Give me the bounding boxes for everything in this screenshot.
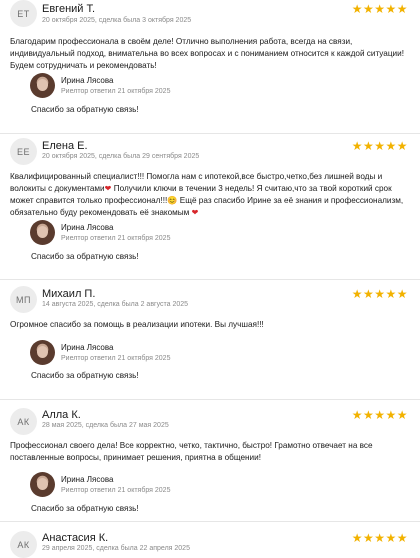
- review-text-line: Квалифицированный специалист!!! Помогла …: [10, 172, 383, 181]
- review-text-segment: может справится только профессионал!!!: [10, 196, 168, 205]
- review-text-segment: обязательно буду рекомендовать её знаком…: [10, 208, 190, 217]
- reviewer-avatar: АК: [10, 408, 37, 435]
- review-card: ЕЕ Елена Е. 20 октября 2025, сделка была…: [0, 134, 420, 280]
- reviewer-name: Евгений Т.: [42, 3, 96, 15]
- review-text: Квалифицированный специалист!!! Помогла …: [10, 171, 410, 219]
- reply-text: Спасибо за обратную связь!: [31, 371, 139, 380]
- reply-date: Риелтор ответил 21 октября 2025: [61, 355, 171, 362]
- reviewer-name: Алла К.: [42, 409, 81, 421]
- realtor-name: Ирина Лясова: [61, 223, 114, 232]
- realtor-name: Ирина Лясова: [61, 76, 114, 85]
- reply-date: Риелтор ответил 21 октября 2025: [61, 235, 171, 242]
- reply-text: Спасибо за обратную связь!: [31, 105, 139, 114]
- realtor-avatar: [30, 472, 55, 497]
- rating-stars: ★★★★★: [351, 287, 408, 301]
- review-date: 20 октября 2025, сделка была 29 сентября…: [42, 153, 200, 160]
- realtor-name: Ирина Лясова: [61, 343, 114, 352]
- review-date: 28 мая 2025, сделка была 27 мая 2025: [42, 422, 169, 429]
- reviewer-name: Анастасия К.: [42, 532, 109, 544]
- smile-icon: 😊: [167, 196, 178, 205]
- rating-stars: ★★★★★: [351, 2, 408, 16]
- realtor-name: Ирина Лясова: [61, 475, 114, 484]
- review-text-line: Благодарим профессионала в своём деле! О…: [10, 37, 353, 46]
- reviewer-name: Михаил П.: [42, 288, 96, 300]
- review-card: ЕТ Евгений Т. 20 октября 2025, сделка бы…: [0, 0, 420, 134]
- heart-icon: ❤: [104, 184, 112, 193]
- heart-icon: ❤: [191, 208, 199, 217]
- review-text-segment: Ещё раз спасибо Ирине за её знания и про…: [177, 196, 404, 205]
- review-date: 20 октября 2025, сделка была 3 октября 2…: [42, 17, 192, 24]
- realtor-avatar: [30, 340, 55, 365]
- review-text-segment: Получили ключи в течении 3 недель! Я счи…: [111, 184, 392, 193]
- review-text-line: Будем сотрудничать и рекомендовать!: [10, 61, 157, 70]
- reviewer-avatar: ЕТ: [10, 0, 37, 27]
- review-text-line: индивидуальный подход, внимательна во вс…: [10, 49, 404, 58]
- realtor-avatar: [30, 220, 55, 245]
- review-text-line: поставленные вопросы, принимает решения,…: [10, 453, 261, 462]
- reviewer-avatar: ЕЕ: [10, 138, 37, 165]
- review-text-line: Профессионал своего дела! Все корректно,…: [10, 441, 373, 450]
- reply-date: Риелтор ответил 21 октября 2025: [61, 487, 171, 494]
- review-text-line: может справится только профессионал!!!😊 …: [10, 195, 410, 207]
- review-text: Огромное спасибо за помощь в реализации …: [10, 319, 410, 331]
- review-text: Благодарим профессионала в своём деле! О…: [10, 36, 410, 72]
- review-card: АК Анастасия К. 29 апреля 2025, сделка б…: [0, 522, 420, 558]
- review-date: 29 апреля 2025, сделка была 22 апреля 20…: [42, 545, 190, 552]
- review-text-line: волокиты с документами❤ Получили ключи в…: [10, 183, 410, 195]
- reviewer-name: Елена Е.: [42, 140, 88, 152]
- review-date: 14 августа 2025, сделка была 2 августа 2…: [42, 301, 189, 308]
- rating-stars: ★★★★★: [351, 139, 408, 153]
- realtor-avatar: [30, 73, 55, 98]
- reviewer-avatar: АК: [10, 531, 37, 558]
- review-text-line: Огромное спасибо за помощь в реализации …: [10, 320, 264, 329]
- rating-stars: ★★★★★: [351, 408, 408, 422]
- reviewer-avatar: МП: [10, 286, 37, 313]
- review-text: Профессионал своего дела! Все корректно,…: [10, 440, 410, 464]
- reply-text: Спасибо за обратную связь!: [31, 504, 139, 513]
- review-text-segment: волокиты с документами: [10, 184, 105, 193]
- review-card: АК Алла К. 28 мая 2025, сделка была 27 м…: [0, 400, 420, 522]
- review-card: МП Михаил П. 14 августа 2025, сделка был…: [0, 280, 420, 400]
- review-text-line: обязательно буду рекомендовать её знаком…: [10, 207, 410, 219]
- reply-text: Спасибо за обратную связь!: [31, 252, 139, 261]
- reply-date: Риелтор ответил 21 октября 2025: [61, 88, 171, 95]
- rating-stars: ★★★★★: [351, 531, 408, 545]
